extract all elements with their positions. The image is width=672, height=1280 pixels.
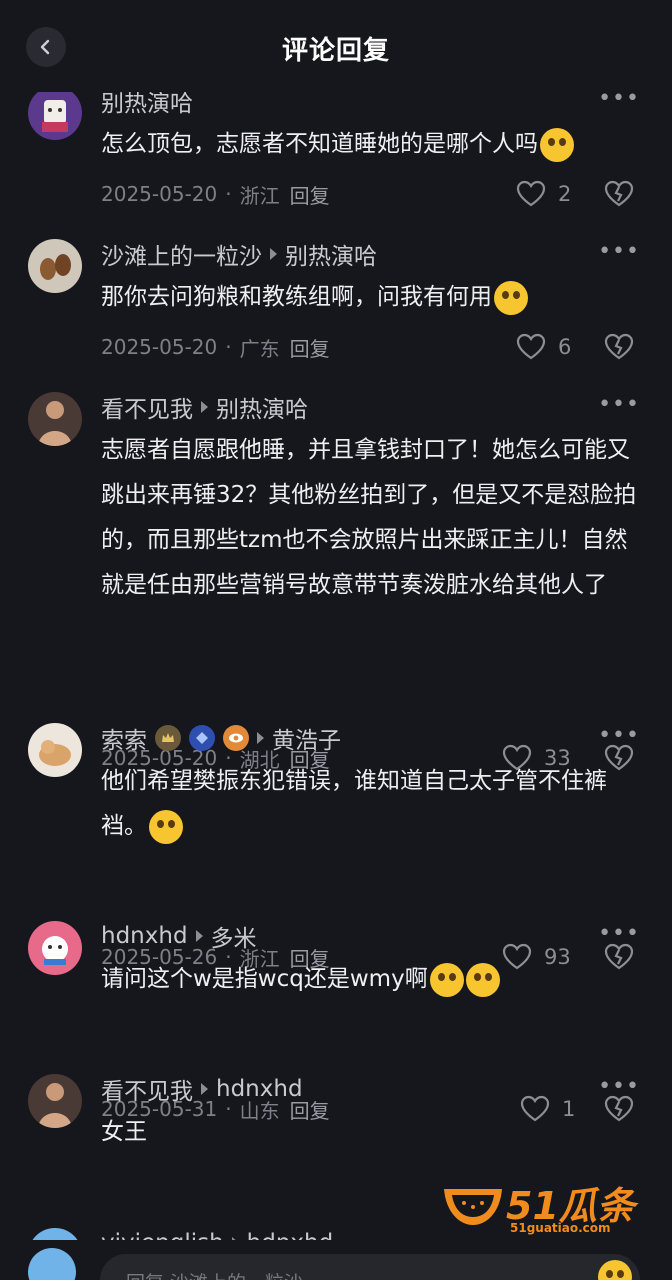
watermelon-icon [444,1189,502,1225]
author-row: 看不见我 hdnxhd [101,1069,303,1109]
comment-text-content: 怎么顶包，志愿者不知道睡她的是哪个人吗 [101,131,538,157]
dislike-button[interactable] [604,331,634,363]
comment-region: 广东 [239,336,280,361]
author-name[interactable]: hdnxhd [101,923,188,949]
header: 评论回复 [0,0,672,92]
author-name[interactable]: 索索 [101,721,147,755]
reply-to-name[interactable]: 多米 [211,919,257,953]
comment-text-content: 请问这个w是指wcq还是wmy啊 [101,966,428,992]
dislike-button[interactable] [604,178,634,210]
comment-date: 2025-05-20 [101,335,218,359]
reply-input-placeholder: 回复 沙滩上的一粒沙 [126,1268,303,1280]
more-options-icon[interactable]: ••• [598,1074,640,1099]
emoji-smile-icon [494,280,528,315]
broken-heart-icon [604,180,634,207]
watermark-url: 51guatiao.com [510,1221,611,1235]
diamond-badge-icon [189,725,215,751]
heart-icon [516,180,546,207]
comment-region: 浙江 [239,183,280,208]
reply-to-name[interactable]: hdnxhd [216,1076,303,1102]
comment-text: 请问这个w是指wcq还是wmy啊 [101,957,646,1002]
reply-to-name[interactable]: 黄浩子 [272,721,341,755]
reply-to-name[interactable]: 别热演哈 [285,237,377,271]
reply-arrow-icon [195,930,203,942]
avatar[interactable] [28,239,82,293]
author-row: 看不见我 别热演哈 [101,387,308,427]
like-button[interactable]: 2 [516,178,571,210]
comment-date: 2025-05-20 [101,182,218,206]
watermark-logo: 51瓜条 51guatiao.com [440,1175,650,1237]
more-options-icon[interactable]: ••• [598,392,640,417]
comment-text: 他们希望樊振东犯错误，谁知道自己太子管不住裤裆。 [101,759,646,849]
emoji-thinking-icon [465,962,500,997]
reply-arrow-icon [201,1083,208,1095]
comment-text: 女王 [101,1119,147,1145]
reply-button[interactable]: 回复 [290,333,330,362]
avatar[interactable] [28,723,82,777]
author-row: hdnxhd 多米 [101,916,257,956]
comment-text: 那你去问狗粮和教练组啊，问我有何用 [101,275,646,320]
author-name[interactable]: 看不见我 [101,390,193,424]
reply-button[interactable]: 回复 [290,180,330,209]
like-button[interactable]: 6 [516,331,571,363]
eye-badge-icon [223,725,249,751]
more-options-icon[interactable]: ••• [598,921,640,946]
crown-badge-icon [155,725,181,751]
reply-to-name[interactable]: 别热演哈 [216,390,308,424]
like-count: 6 [558,335,572,359]
reply-arrow-icon [257,732,264,744]
broken-heart-icon [604,333,634,360]
author-row: 索索 黄浩子 [101,718,341,758]
current-user-avatar [28,1248,76,1280]
author-row: 沙滩上的一粒沙 别热演哈 [101,234,377,274]
comment-text: 怎么顶包，志愿者不知道睡她的是哪个人吗 [101,122,646,167]
avatar[interactable] [28,921,82,975]
avatar[interactable] [28,86,82,140]
avatar[interactable] [28,1074,82,1128]
emoji-laughing-icon [149,809,183,844]
author-name[interactable]: 沙滩上的一粒沙 [101,237,262,271]
reply-arrow-icon [201,401,208,413]
comment-text: 志愿者自愿跟他睡，并且拿钱封口了！她怎么可能又跳出来再锤32？其他粉丝拍到了，但… [101,437,637,598]
more-options-icon[interactable]: ••• [598,723,640,748]
reply-input-bar: 回复 沙滩上的一粒沙 [0,1240,672,1280]
reply-arrow-icon [270,248,277,260]
page-title: 评论回复 [281,36,390,66]
author-name[interactable]: 看不见我 [101,1072,193,1106]
like-count: 2 [558,182,572,206]
emoji-eyes-icon [429,962,464,997]
more-options-icon[interactable]: ••• [598,239,640,264]
emoji-surprised-icon [540,127,574,162]
avatar[interactable] [28,392,82,446]
comment-text-content: 那你去问狗粮和教练组啊，问我有何用 [101,284,492,310]
heart-icon [516,333,546,360]
comment-meta: 2025-05-20 · 浙江 回复 [101,178,330,210]
comment-meta: 2025-05-20 · 广东 回复 [101,331,330,363]
